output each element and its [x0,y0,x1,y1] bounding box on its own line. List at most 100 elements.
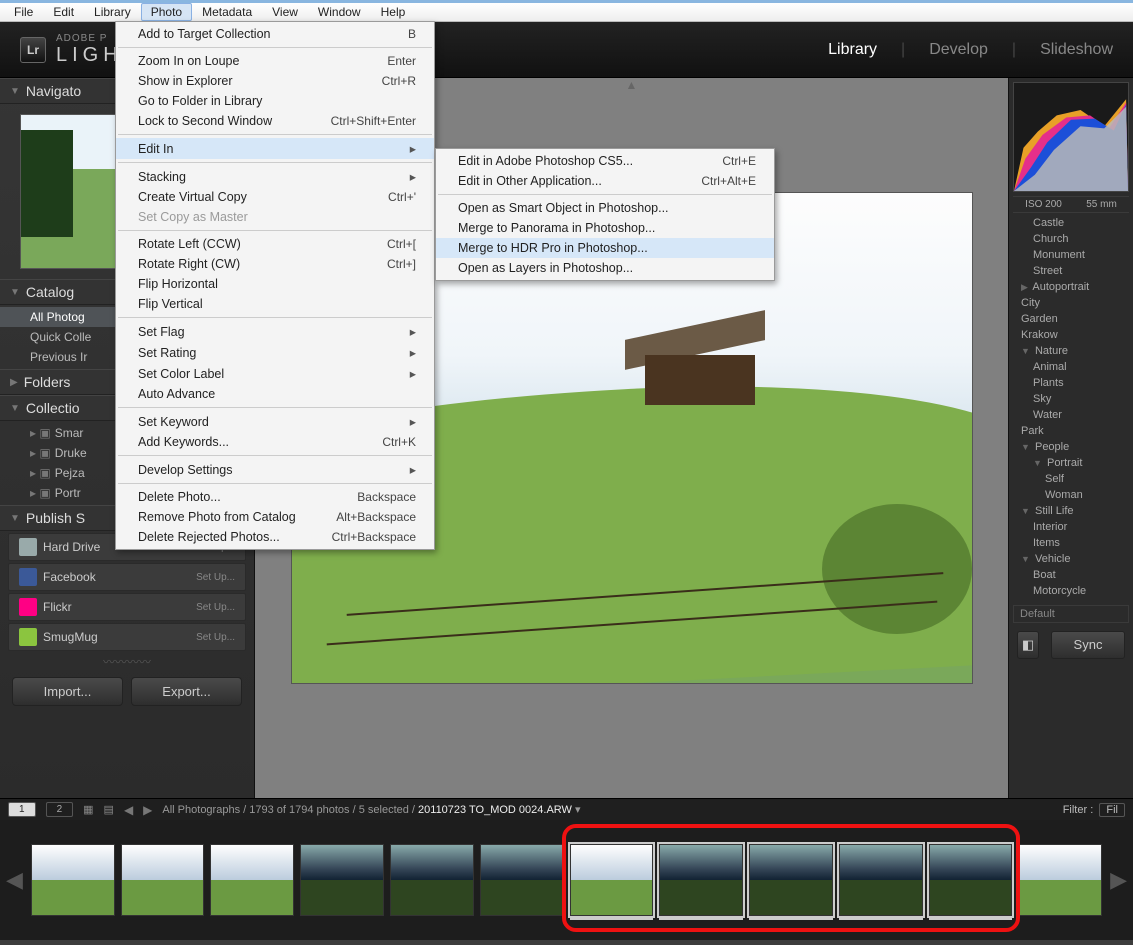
publish-facebook[interactable]: FacebookSet Up... [8,563,246,591]
keyword-motorcycle[interactable]: Motorcycle [1011,583,1131,599]
menu-item[interactable]: Set Rating▸ [116,342,434,363]
menu-window[interactable]: Window [308,3,371,21]
menu-item[interactable]: Remove Photo from CatalogAlt+Backspace [116,507,434,527]
keyword-boat[interactable]: Boat [1011,567,1131,583]
menu-item[interactable]: Edit in Other Application...Ctrl+Alt+E [436,171,774,191]
nav-fwd[interactable]: ▶ [143,803,152,817]
menu-item[interactable]: Stacking▸ [116,166,434,187]
module-develop[interactable]: Develop [929,41,988,59]
keyword-garden[interactable]: Garden [1011,311,1131,327]
keyword-portrait[interactable]: ▼ Portrait [1011,455,1131,471]
filter-label[interactable]: Filter : Fil [1063,804,1125,816]
photo-menu[interactable]: Add to Target CollectionB Zoom In on Loup… [115,21,435,550]
thumbnail[interactable] [659,844,743,916]
menu-item[interactable]: Merge to Panorama in Photoshop... [436,218,774,238]
menu-item[interactable]: Add Keywords...Ctrl+K [116,432,434,452]
import-button[interactable]: Import... [12,677,123,706]
keyword-interior[interactable]: Interior [1011,519,1131,535]
keyword-castle[interactable]: Castle [1011,215,1131,231]
grid2-icon[interactable]: ▤ [104,803,114,816]
keyword-still life[interactable]: ▼ Still Life [1011,503,1131,519]
keyword-people[interactable]: ▼ People [1011,439,1131,455]
menu-item[interactable]: Merge to HDR Pro in Photoshop... [436,238,774,258]
menu-item[interactable]: Auto Advance [116,384,434,404]
keyword-animal[interactable]: Animal [1011,359,1131,375]
filmstrip[interactable]: ◀ ▶ [0,820,1133,940]
sync-toggle[interactable]: ◧ [1017,631,1039,659]
menu-item[interactable]: Open as Layers in Photoshop... [436,258,774,278]
menu-item[interactable]: Develop Settings▸ [116,459,434,480]
thumbnail[interactable] [570,844,654,916]
menu-item: Set Copy as Master [116,207,434,227]
thumbnail[interactable] [1018,844,1102,916]
thumbnail[interactable] [210,844,294,916]
view-segment-1[interactable]: 1 [8,802,36,817]
publish-flickr[interactable]: FlickrSet Up... [8,593,246,621]
keyword-water[interactable]: Water [1011,407,1131,423]
menu-item[interactable]: Edit in Adobe Photoshop CS5...Ctrl+E [436,151,774,171]
grid-icon[interactable]: ▦ [83,803,93,816]
thumbnail[interactable] [390,844,474,916]
menu-item[interactable]: Create Virtual CopyCtrl+' [116,187,434,207]
keyword-monument[interactable]: Monument [1011,247,1131,263]
keyword-city[interactable]: City [1011,295,1131,311]
editin-submenu[interactable]: Edit in Adobe Photoshop CS5...Ctrl+EEdit… [435,148,775,281]
module-slideshow[interactable]: Slideshow [1040,41,1113,59]
keyword-vehicle[interactable]: ▼ Vehicle [1011,551,1131,567]
sync-button[interactable]: Sync [1051,631,1125,659]
breadcrumb[interactable]: All Photographs / 1793 of 1794 photos / … [162,803,580,816]
menu-help[interactable]: Help [371,3,416,21]
keyword-street[interactable]: Street [1011,263,1131,279]
menu-item[interactable]: Flip Vertical [116,294,434,314]
menu-photo[interactable]: Photo [141,3,192,21]
keyword-park[interactable]: Park [1011,423,1131,439]
menu-item[interactable]: Edit In▸ [116,138,434,159]
thumbnail[interactable] [929,844,1013,916]
menu-item[interactable]: Flip Horizontal [116,274,434,294]
menu-item[interactable]: Add to Target CollectionB [116,24,434,44]
keyword-items[interactable]: Items [1011,535,1131,551]
menu-library[interactable]: Library [84,3,141,21]
menu-item[interactable]: Set Flag▸ [116,321,434,342]
filmstrip-right[interactable]: ▶ [1108,867,1129,893]
keyword-autoportrait[interactable]: ▶ Autoportrait [1011,279,1131,295]
thumbnail[interactable] [31,844,115,916]
os-menubar: FileEditLibraryPhotoMetadataViewWindowHe… [0,0,1133,22]
menu-item[interactable]: Open as Smart Object in Photoshop... [436,198,774,218]
menu-file[interactable]: File [4,3,43,21]
thumbnail[interactable] [300,844,384,916]
nav-back[interactable]: ◀ [124,803,133,817]
keyword-plants[interactable]: Plants [1011,375,1131,391]
module-library[interactable]: Library [828,41,877,59]
filmstrip-left[interactable]: ◀ [4,867,25,893]
keyword-sky[interactable]: Sky [1011,391,1131,407]
menu-item[interactable]: Zoom In on LoupeEnter [116,51,434,71]
menu-item[interactable]: Delete Rejected Photos...Ctrl+Backspace [116,527,434,547]
menu-item[interactable]: Set Keyword▸ [116,411,434,432]
publish-smugmug[interactable]: SmugMugSet Up... [8,623,246,651]
view-segment-2[interactable]: 2 [46,802,74,817]
menu-item[interactable]: Set Color Label▸ [116,363,434,384]
exif-row: ISO 20055 mm [1013,196,1129,213]
keyword-church[interactable]: Church [1011,231,1131,247]
thumbnail[interactable] [749,844,833,916]
thumbnail[interactable] [480,844,564,916]
menu-item[interactable]: Delete Photo...Backspace [116,487,434,507]
menu-edit[interactable]: Edit [43,3,84,21]
histogram [1013,82,1129,192]
menu-item[interactable]: Go to Folder in Library [116,91,434,111]
menu-item[interactable]: Rotate Right (CW)Ctrl+] [116,254,434,274]
keyword-krakow[interactable]: Krakow [1011,327,1131,343]
menu-metadata[interactable]: Metadata [192,3,262,21]
menu-item[interactable]: Show in ExplorerCtrl+R [116,71,434,91]
menu-item[interactable]: Rotate Left (CCW)Ctrl+[ [116,234,434,254]
menu-item[interactable]: Lock to Second WindowCtrl+Shift+Enter [116,111,434,131]
menu-view[interactable]: View [262,3,308,21]
thumbnail[interactable] [839,844,923,916]
metadata-preset[interactable]: Default [1013,605,1129,623]
export-button[interactable]: Export... [131,677,242,706]
keyword-nature[interactable]: ▼ Nature [1011,343,1131,359]
thumbnail[interactable] [121,844,205,916]
keyword-self[interactable]: Self [1011,471,1131,487]
keyword-woman[interactable]: Woman [1011,487,1131,503]
